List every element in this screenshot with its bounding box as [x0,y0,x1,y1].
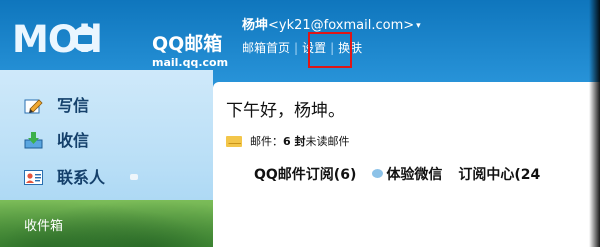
subscription-center-link[interactable]: 订阅中心(24 [458,167,540,183]
qq-mail-logo[interactable]: MOil QQ邮箱 mail.qq.com [12,17,232,69]
subscription-links: QQ邮件订阅(6) 体验微信 订阅中心(24 [254,166,540,184]
sidebar-item-label: 联系人 [57,168,106,187]
chat-bubble-icon [372,169,384,178]
link-separator: | [294,41,299,55]
sidebar-item-label: 收信 [57,131,90,150]
try-wechat-link[interactable]: 体验微信 [386,167,442,183]
qq-mail-subscription-link[interactable]: QQ邮件订阅(6) [254,167,356,183]
mail-label: 邮件： [250,135,283,148]
unread-count[interactable]: 6 封 [283,135,305,148]
pencil-icon [24,99,43,114]
mail-home-link[interactable]: 邮箱首页 [242,41,290,55]
main-content-panel: 下午好，杨坤。 邮件：6 封未读邮件 QQ邮件订阅(6) 体验微信 订阅中心(24 [213,82,600,247]
contact-card-icon [24,170,43,185]
greeting-text: 下午好，杨坤。 [226,101,345,121]
logo-envelope-icon [72,26,98,52]
window-edge-shadow [589,0,600,247]
inbox-download-icon [24,132,43,149]
envelope-icon [226,136,242,147]
user-name: 杨坤 [242,18,269,33]
account-caret-icon[interactable]: ▾ [416,21,421,31]
user-email: <yk21@foxmail.com> [268,18,415,33]
sidebar-item-label: 写信 [57,96,90,115]
unread-label: 未读邮件 [305,135,350,148]
sidebar-item-inbox[interactable]: 收件箱 [24,218,63,236]
unread-mail-text: 邮件：6 封未读邮件 [250,134,349,150]
settings-highlight-box [308,32,352,68]
logo-domain: mail.qq.com [152,56,229,69]
logo-title: QQ邮箱 [152,33,223,55]
contacts-extra-icon[interactable] [130,174,138,180]
